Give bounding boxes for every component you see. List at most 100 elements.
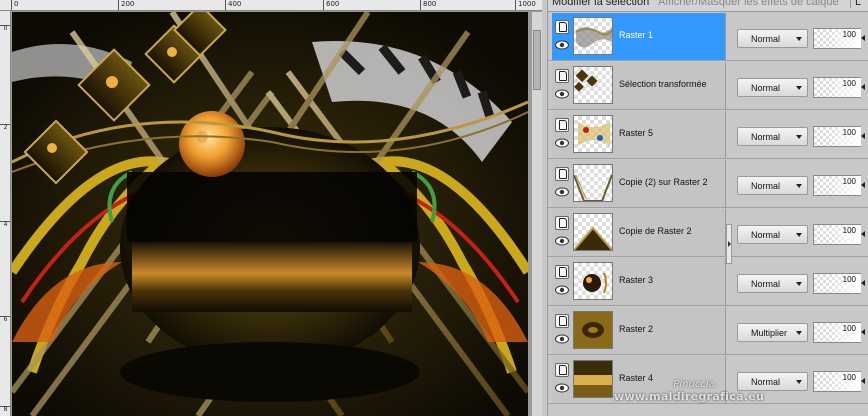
eye-icon[interactable]: [555, 187, 569, 197]
layer-thumbnail: [573, 213, 613, 251]
eye-icon[interactable]: [555, 89, 569, 99]
chevron-down-icon: [796, 331, 802, 335]
opacity-slider[interactable]: 100: [813, 77, 865, 98]
opacity-slider[interactable]: 100: [813, 322, 865, 343]
layer-group-icon[interactable]: [555, 314, 569, 328]
ruler-mark: 0: [11, 0, 18, 10]
opacity-arrow-icon: [861, 378, 865, 384]
vertical-scrollbar[interactable]: [531, 12, 542, 416]
blend-mode-dropdown[interactable]: Normal: [737, 225, 808, 244]
layer-name: Sélection transformée: [619, 79, 707, 89]
tab-edit-selection[interactable]: Modifier la sélection: [552, 0, 649, 8]
chevron-down-icon: [796, 86, 802, 90]
layer-row[interactable]: Raster 1 Normal 100: [548, 13, 868, 61]
layer-group-icon[interactable]: [555, 20, 569, 34]
opacity-value: 100: [842, 79, 856, 88]
layer-row[interactable]: Sélection transformée Normal 100: [548, 62, 868, 110]
layer-name: Raster 2: [619, 324, 654, 334]
layer-group-icon[interactable]: [555, 69, 569, 83]
watermark-url: www.maldiregrafica.eu: [614, 390, 765, 403]
ruler-mark: 600: [323, 0, 339, 10]
opacity-arrow-icon: [861, 35, 865, 41]
layer-name-cell[interactable]: Raster 2: [552, 307, 726, 354]
chevron-down-icon: [796, 380, 802, 384]
layer-group-icon[interactable]: [555, 167, 569, 181]
ruler-mark: 200: [118, 0, 134, 10]
blend-mode-dropdown[interactable]: Normal: [737, 78, 808, 97]
layer-name: Raster 5: [619, 128, 654, 138]
layer-name-cell[interactable]: Raster 1: [552, 13, 726, 60]
layer-name-cell[interactable]: Raster 3: [552, 258, 726, 305]
layer-row[interactable]: Raster 3 Normal 100: [548, 258, 868, 306]
opacity-value: 100: [842, 275, 856, 284]
layer-thumbnail: [573, 164, 613, 202]
opacity-value: 100: [842, 324, 856, 333]
blend-mode-value: Normal: [751, 83, 781, 93]
blend-mode-value: Normal: [751, 279, 781, 289]
ruler-mark: 400: [225, 0, 241, 10]
opacity-value: 100: [842, 177, 856, 186]
layer-name: Copie (2) sur Raster 2: [619, 177, 708, 187]
blend-mode-dropdown[interactable]: Normal: [737, 176, 808, 195]
blend-mode-value: Normal: [751, 132, 781, 142]
layer-group-icon[interactable]: [555, 265, 569, 279]
opacity-arrow-icon: [861, 231, 865, 237]
opacity-arrow-icon: [861, 182, 865, 188]
blend-mode-value: Normal: [751, 34, 781, 44]
layer-name-cell[interactable]: Sélection transformée: [552, 62, 726, 109]
layer-row[interactable]: Copie (2) sur Raster 2 Normal 100: [548, 160, 868, 208]
layer-name-cell[interactable]: Copie de Raster 2: [552, 209, 726, 256]
layer-name-cell[interactable]: Raster 5: [552, 111, 726, 158]
opacity-arrow-icon: [861, 329, 865, 335]
layer-list: Raster 1 Normal 100 Sélection transformée No…: [548, 13, 868, 416]
watermark-name: Pinuccia: [673, 379, 715, 390]
artwork-canvas[interactable]: [12, 12, 528, 416]
layer-group-icon[interactable]: [555, 363, 569, 377]
opacity-value: 100: [842, 30, 856, 39]
chevron-down-icon: [796, 184, 802, 188]
eye-icon[interactable]: [555, 40, 569, 50]
layer-row[interactable]: Raster 2 Multiplier 100: [548, 307, 868, 355]
ruler-mark: 4: [0, 221, 10, 228]
opacity-slider[interactable]: 100: [813, 28, 865, 49]
layer-group-icon[interactable]: [555, 118, 569, 132]
opacity-slider[interactable]: 100: [813, 273, 865, 294]
layer-thumbnail: [573, 17, 613, 55]
opacity-value: 100: [842, 373, 856, 382]
layer-thumbnail: [573, 66, 613, 104]
eye-icon[interactable]: [555, 334, 569, 344]
ruler-mark: 8: [0, 406, 10, 413]
opacity-slider[interactable]: 100: [813, 371, 865, 392]
layer-row[interactable]: Copie de Raster 2 Normal 100: [548, 209, 868, 257]
blend-mode-value: Normal: [751, 230, 781, 240]
opacity-slider[interactable]: 100: [813, 224, 865, 245]
eye-icon[interactable]: [555, 236, 569, 246]
canvas-area: 0 200 400 600 800 1000 0 2 4 6 8: [0, 0, 542, 416]
chevron-down-icon: [796, 233, 802, 237]
eye-icon[interactable]: [555, 285, 569, 295]
chevron-down-icon: [796, 37, 802, 41]
layer-row[interactable]: Raster 5 Normal 100: [548, 111, 868, 159]
opacity-arrow-icon: [861, 84, 865, 90]
tab-toggle-layer-effects[interactable]: Afficher/Masquer les effets de calque: [658, 0, 839, 8]
blend-mode-dropdown[interactable]: Normal: [737, 127, 808, 146]
layer-name: Copie de Raster 2: [619, 226, 692, 236]
layer-group-icon[interactable]: [555, 216, 569, 230]
eye-icon[interactable]: [555, 138, 569, 148]
panel-collapse-handle[interactable]: [726, 224, 732, 264]
opacity-slider[interactable]: 100: [813, 175, 865, 196]
blend-mode-dropdown[interactable]: Normal: [737, 274, 808, 293]
chevron-down-icon: [796, 282, 802, 286]
layer-thumbnail: [573, 360, 613, 398]
opacity-slider[interactable]: 100: [813, 126, 865, 147]
blend-mode-value: Multiplier: [751, 328, 788, 338]
layer-name-cell[interactable]: Copie (2) sur Raster 2: [552, 160, 726, 207]
blend-mode-dropdown[interactable]: Multiplier: [737, 323, 808, 342]
opacity-arrow-icon: [861, 280, 865, 286]
eye-icon[interactable]: [555, 383, 569, 393]
scrollbar-thumb[interactable]: [533, 30, 541, 90]
blend-mode-dropdown[interactable]: Normal: [737, 29, 808, 48]
tab-extra[interactable]: L: [850, 0, 868, 8]
ruler-mark: 800: [420, 0, 436, 10]
blend-mode-value: Normal: [751, 181, 781, 191]
